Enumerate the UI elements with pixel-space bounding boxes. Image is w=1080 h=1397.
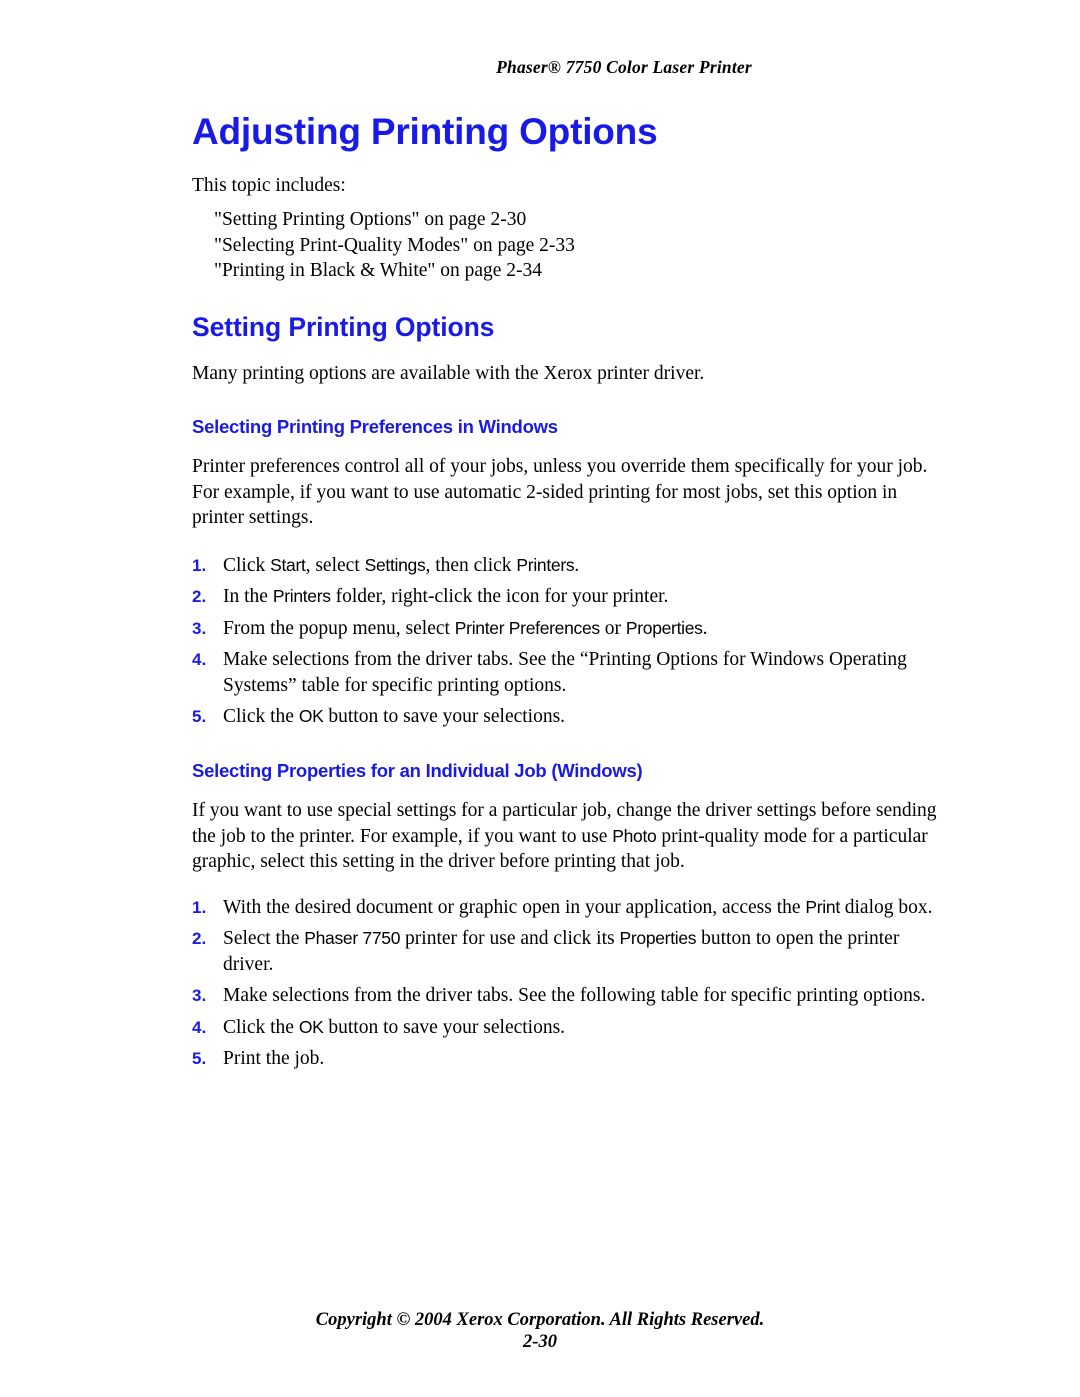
ui-term: Start	[270, 554, 306, 575]
text-run: Click the	[223, 706, 299, 728]
sub-heading-selecting-printing-preferences: Selecting Printing Preferences in Window…	[192, 416, 558, 438]
ui-term: Phaser 7750	[304, 928, 401, 949]
text-run: .	[702, 617, 708, 639]
text-run: button to save your selections.	[323, 1016, 566, 1038]
numbered-step: 1. With the desired document or graphic o…	[192, 895, 944, 921]
text-run: Select the	[223, 928, 305, 950]
section-heading-setting-printing-options: Setting Printing Options	[192, 311, 495, 342]
document-page: Phaser® 7750 Color Laser Printer Adjusti…	[0, 0, 1080, 1397]
text-run: From the popup menu, select	[223, 617, 455, 639]
sub-heading-selecting-properties-individual-job: Selecting Properties for an Individual J…	[192, 759, 643, 781]
step-number: 5.	[192, 1049, 207, 1069]
numbered-step: 3. From the popup menu, select Printer Pr…	[192, 616, 944, 642]
ui-term: Photo	[612, 825, 657, 846]
numbered-step: 2. In the Printers folder, right-click th…	[192, 584, 944, 610]
topic-link-list: "Setting Printing Options" on page 2-30 …	[192, 198, 944, 284]
step-number: 4.	[192, 650, 207, 670]
text-run: Click the	[223, 1016, 299, 1038]
step-text: Click the OK button to save your selecti…	[223, 1017, 565, 1038]
list-item[interactable]: "Setting Printing Options" on page 2-30	[214, 207, 944, 233]
section-intro-paragraph: Many printing options are available with…	[192, 362, 705, 384]
text-run: With the desired document or graphic ope…	[223, 896, 806, 918]
procedure-list-individual-job: 1. With the desired document or graphic o…	[192, 875, 944, 1072]
step-number: 1.	[192, 555, 207, 575]
text-run: In the	[223, 586, 273, 608]
text-run: folder, right-click the icon for your pr…	[330, 586, 669, 608]
ui-term: OK	[298, 706, 324, 727]
step-text: Click Start, select Settings, then click…	[223, 555, 579, 576]
numbered-step: 5. Click the OK button to save your selec…	[192, 704, 944, 730]
sub2-intro-paragraph: If you want to use special settings for …	[192, 782, 944, 875]
text-run: printer for use and click its	[400, 928, 620, 950]
step-text: Make selections from the driver tabs. Se…	[223, 649, 907, 696]
ui-term: Printer Preferences	[454, 617, 600, 638]
ui-term: Printers	[272, 586, 331, 607]
text-run: .	[574, 554, 580, 576]
text-run: Make selections from the driver tabs. Se…	[223, 649, 907, 696]
numbered-step: 4. Click the OK button to save your selec…	[192, 1015, 944, 1041]
text-run: button to save your selections.	[323, 706, 566, 728]
page-number: 2-30	[523, 1332, 557, 1352]
step-text: From the popup menu, select Printer Pref…	[223, 618, 708, 639]
text-run: or	[599, 617, 626, 639]
copyright-notice: Copyright © 2004 Xerox Corporation. All …	[315, 1310, 765, 1330]
step-text: Make selections from the driver tabs. Se…	[223, 985, 925, 1006]
step-number: 1.	[192, 897, 207, 917]
step-number: 4.	[192, 1017, 207, 1037]
numbered-step: 1. Click Start, select Settings, then cli…	[192, 553, 944, 579]
intro-lead-text: This topic includes:	[192, 174, 346, 196]
page-content: Adjusting Printing Options This topic in…	[192, 0, 944, 1072]
ui-term: Print	[805, 896, 840, 917]
ui-term: Settings	[364, 554, 426, 575]
numbered-step: 5. Print the job.	[192, 1046, 944, 1072]
step-number: 5.	[192, 707, 207, 727]
text-run: Print the job.	[223, 1048, 325, 1070]
ui-term: Printers	[516, 554, 575, 575]
text-run: , then click	[425, 554, 517, 576]
numbered-step: 4. Make selections from the driver tabs. …	[192, 647, 944, 698]
step-number: 2.	[192, 929, 207, 949]
sub1-intro-paragraph: Printer preferences control all of your …	[192, 456, 928, 529]
ui-term: OK	[298, 1016, 324, 1037]
step-text: With the desired document or graphic ope…	[223, 897, 933, 918]
numbered-step: 3. Make selections from the driver tabs. …	[192, 983, 944, 1009]
page-title: Adjusting Printing Options	[192, 111, 658, 152]
step-text: In the Printers folder, right-click the …	[223, 586, 668, 607]
text-run: Make selections from the driver tabs. Se…	[223, 985, 926, 1007]
text-run: dialog box.	[839, 896, 933, 918]
step-number: 3.	[192, 986, 207, 1006]
text-run: Click	[223, 554, 271, 576]
text-run: , select	[305, 554, 365, 576]
page-footer: Copyright © 2004 Xerox Corporation. All …	[0, 1310, 1080, 1353]
ui-term: Properties	[625, 617, 703, 638]
list-item[interactable]: "Printing in Black & White" on page 2-34	[214, 258, 944, 284]
step-number: 3.	[192, 618, 207, 638]
numbered-step: 2. Select the Phaser 7750 printer for use…	[192, 926, 944, 977]
step-number: 2.	[192, 587, 207, 607]
step-text: Select the Phaser 7750 printer for use a…	[223, 928, 899, 975]
list-item[interactable]: "Selecting Print-Quality Modes" on page …	[214, 233, 944, 259]
procedure-list-windows-preferences: 1. Click Start, select Settings, then cli…	[192, 531, 944, 730]
step-text: Print the job.	[223, 1048, 324, 1069]
ui-term: Properties	[619, 928, 697, 949]
step-text: Click the OK button to save your selecti…	[223, 706, 565, 727]
